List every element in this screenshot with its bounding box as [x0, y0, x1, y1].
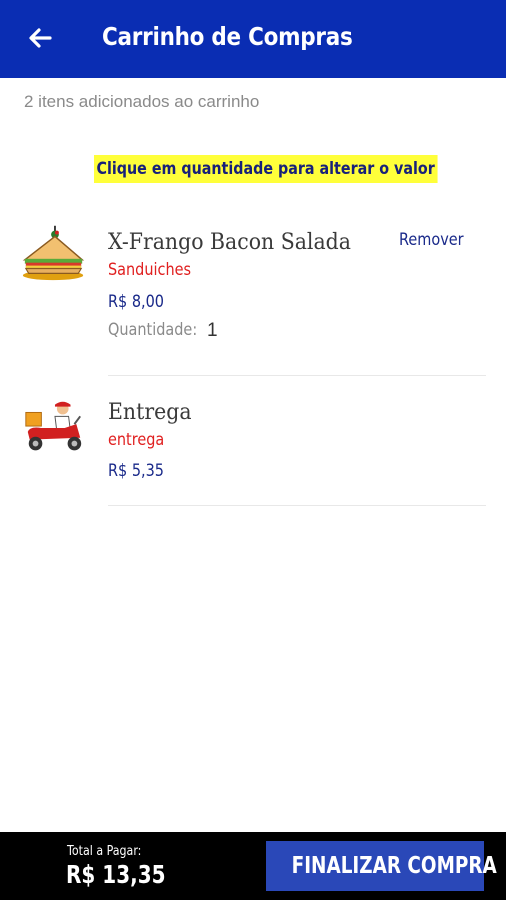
total-value: R$ 13,35: [66, 860, 166, 889]
finish-purchase-button[interactable]: FINALIZAR COMPRA: [266, 841, 497, 891]
item-category: entrega: [108, 430, 165, 450]
page-title: Carrinho de Compras: [102, 22, 353, 51]
quantity-value[interactable]: 1: [207, 320, 218, 342]
item-price: R$ 5,35: [108, 461, 165, 481]
item-category: Sanduiches: [108, 260, 192, 280]
cart-item: X-Frango Bacon Salada Remover Sanduiches…: [0, 220, 506, 380]
arrow-left-icon[interactable]: [24, 22, 56, 54]
delivery-scooter-icon: [25, 401, 82, 451]
app-bar: Carrinho de Compras: [0, 0, 506, 78]
remove-button[interactable]: Remover: [399, 230, 464, 250]
divider: [108, 505, 486, 506]
item-price: R$ 8,00: [108, 292, 165, 312]
divider: [108, 375, 486, 376]
item-name: X-Frango Bacon Salada: [108, 230, 351, 255]
total-label: Total a Pagar:: [67, 844, 142, 859]
quantity-label: Quantidade:: [108, 320, 198, 340]
finish-purchase-label: FINALIZAR COMPRA: [291, 853, 497, 879]
items-count-text: 2 itens adicionados ao carrinho: [24, 92, 260, 111]
sandwich-icon: [22, 225, 85, 281]
item-name: Entrega: [108, 400, 192, 425]
quantity-hint: Clique em quantidade para alterar o valo…: [94, 155, 438, 183]
checkout-bar: Total a Pagar: R$ 13,35 FINALIZAR COMPRA: [0, 832, 506, 900]
cart-item: Entrega entrega R$ 5,35: [0, 398, 506, 508]
